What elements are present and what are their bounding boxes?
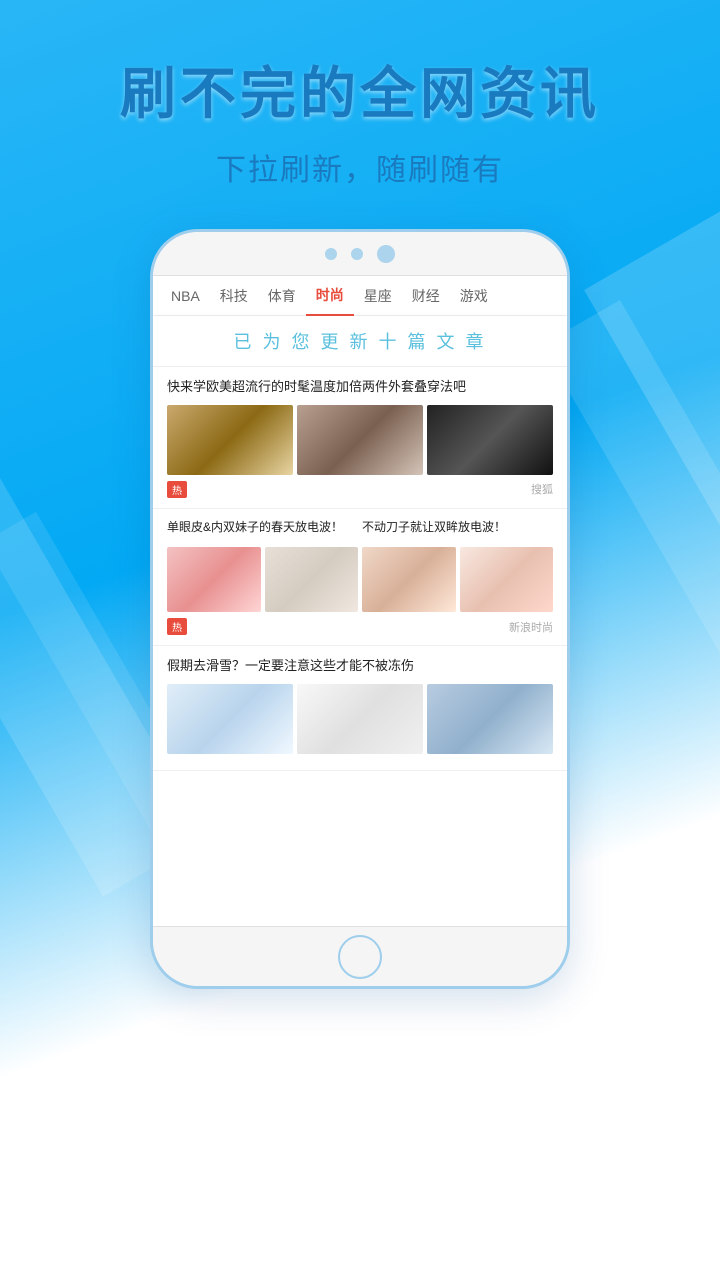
main-title: 刷不完的全网资讯 [0,60,720,127]
tab-sports[interactable]: 体育 [258,276,306,316]
news-img-3-1 [167,684,293,754]
refresh-banner: 已 为 您 更 新 十 篇 文 章 [153,316,567,367]
phone-mockup: NBA 科技 体育 时尚 星座 财经 游戏 已 为 您 更 新 十 篇 文 章 … [0,229,720,989]
tab-finance[interactable]: 财经 [402,276,450,316]
phone-content: NBA 科技 体育 时尚 星座 财经 游戏 已 为 您 更 新 十 篇 文 章 … [153,276,567,926]
news-img-1-3 [427,405,553,475]
news-item-3[interactable]: 假期去滑雪？一定要注意这些才能不被冻伤 [153,646,567,771]
news-img-3-2 [297,684,423,754]
header: 刷不完的全网资讯 下拉刷新，随刷随有 [0,0,720,189]
news-meta-2: 热 新浪时尚 [167,618,553,635]
news-meta-1: 热 搜狐 [167,481,553,498]
news-title-2-left: 单眼皮&内双妹子的春天放电波！ [167,519,358,536]
phone-sensor-mid [351,248,363,260]
news-list: 快来学欧美超流行的时髦温度加倍两件外套叠穿法吧 热 搜狐 [153,367,567,771]
hot-badge-2: 热 [167,618,187,635]
home-button[interactable] [338,935,382,979]
source-2: 新浪时尚 [509,619,553,635]
phone-body: NBA 科技 体育 时尚 星座 财经 游戏 已 为 您 更 新 十 篇 文 章 … [150,229,570,989]
news-item-1[interactable]: 快来学欧美超流行的时髦温度加倍两件外套叠穿法吧 热 搜狐 [153,367,567,509]
tab-games[interactable]: 游戏 [450,276,498,316]
tab-bar: NBA 科技 体育 时尚 星座 财经 游戏 [153,276,567,316]
news-img-2-4 [460,547,554,612]
phone-bottom-bar [153,926,567,986]
source-1: 搜狐 [531,481,553,497]
news-title-1: 快来学欧美超流行的时髦温度加倍两件外套叠穿法吧 [167,377,553,397]
news-images-3 [167,684,553,754]
tab-nba[interactable]: NBA [161,276,210,316]
news-img-3-3 [427,684,553,754]
phone-top-bar [153,232,567,276]
news-title-3: 假期去滑雪？一定要注意这些才能不被冻伤 [167,656,553,676]
news-img-1-2 [297,405,423,475]
hot-badge-1: 热 [167,481,187,498]
news-img-1-1 [167,405,293,475]
tab-tech[interactable]: 科技 [210,276,258,316]
news-images-2-top: 单眼皮&内双妹子的春天放电波！ 不动刀子就让双眸放电波！ [167,519,553,542]
news-item-2[interactable]: 单眼皮&内双妹子的春天放电波！ 不动刀子就让双眸放电波！ 热 [153,509,567,647]
refresh-text: 已 为 您 更 新 十 篇 文 章 [169,328,551,354]
phone-camera [377,245,395,263]
news-images-2 [167,547,553,612]
sub-title: 下拉刷新，随刷随有 [0,145,720,189]
tab-fashion[interactable]: 时尚 [306,276,354,316]
tab-horoscope[interactable]: 星座 [354,276,402,316]
news-images-1 [167,405,553,475]
phone-sensor-left [325,248,337,260]
news-img-2-1 [167,547,261,612]
news-img-2-2 [265,547,359,612]
news-title-2-right: 不动刀子就让双眸放电波！ [362,519,553,536]
news-img-2-3 [362,547,456,612]
